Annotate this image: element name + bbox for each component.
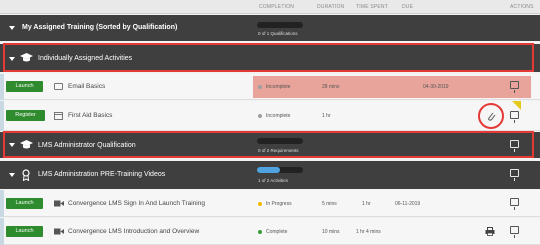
web-page-icon bbox=[54, 83, 63, 90]
row-stripe bbox=[0, 218, 4, 245]
duration-cell: 28 mins bbox=[322, 84, 340, 90]
row-stripe bbox=[0, 190, 4, 217]
red-highlight-box bbox=[3, 131, 534, 158]
calendar-icon bbox=[54, 112, 63, 120]
award-ribbon-icon bbox=[22, 169, 30, 181]
status-label: Incomplete bbox=[266, 84, 291, 90]
comment-flag-icon[interactable] bbox=[510, 111, 519, 123]
duration-cell: 5 mins bbox=[322, 201, 337, 207]
caret-down-icon[interactable] bbox=[9, 26, 15, 30]
due-cell: 04-30-2019 bbox=[423, 84, 449, 90]
activity-name[interactable]: Email Basics bbox=[68, 83, 105, 90]
status-cell: Incomplete bbox=[258, 84, 290, 90]
row-stripe bbox=[0, 101, 4, 131]
group-title: LMS Administration PRE-Training Videos bbox=[38, 171, 166, 178]
status-label: Incomplete bbox=[266, 113, 291, 119]
row-stripe bbox=[0, 74, 4, 100]
training-page: COMPLETION DURATION TIME SPENT DUE ACTIO… bbox=[0, 0, 540, 245]
status-cell: In Progress bbox=[258, 201, 292, 207]
new-item-corner-icon bbox=[512, 101, 521, 110]
status-dot-icon bbox=[258, 113, 262, 118]
status-cell: Incomplete bbox=[258, 113, 290, 119]
video-camera-icon bbox=[54, 200, 64, 207]
paperclip-icon[interactable] bbox=[486, 111, 496, 121]
column-time-spent: TIME SPENT bbox=[356, 4, 389, 10]
comment-flag-icon[interactable] bbox=[510, 169, 519, 181]
activity-name[interactable]: First Aid Basics bbox=[68, 112, 112, 119]
overdue-highlight bbox=[253, 76, 531, 98]
comment-flag-icon[interactable] bbox=[510, 226, 519, 238]
column-header: COMPLETION DURATION TIME SPENT DUE ACTIO… bbox=[0, 0, 540, 14]
comment-flag-icon[interactable] bbox=[510, 81, 519, 93]
status-cell: Complete bbox=[258, 229, 287, 235]
column-duration: DURATION bbox=[317, 4, 345, 10]
activities-progress-bar bbox=[257, 167, 303, 173]
status-dot-icon bbox=[258, 84, 262, 89]
column-due: DUE bbox=[402, 4, 414, 10]
status-dot-icon bbox=[258, 201, 262, 206]
comment-flag-icon[interactable] bbox=[510, 198, 519, 210]
table-row: Launch Email Basics Incomplete 28 mins 0… bbox=[0, 74, 540, 100]
activities-progress-text: 1 of 2 Activities bbox=[258, 178, 289, 183]
status-label: In Progress bbox=[266, 201, 292, 207]
printer-icon[interactable] bbox=[485, 227, 495, 236]
video-camera-icon bbox=[54, 228, 64, 235]
time-spent-cell: 1 hr bbox=[362, 201, 371, 207]
register-button[interactable]: Register bbox=[6, 110, 45, 121]
activity-name[interactable]: Convergence LMS Introduction and Overvie… bbox=[68, 228, 199, 235]
group-pre-training-videos[interactable]: LMS Administration PRE-Training Videos 1… bbox=[0, 161, 540, 189]
activity-name[interactable]: Convergence LMS Sign In And Launch Train… bbox=[68, 200, 205, 207]
table-row: Register First Aid Basics Incomplete 1 h… bbox=[0, 101, 540, 131]
column-actions: ACTIONS bbox=[510, 4, 534, 10]
column-completion: COMPLETION bbox=[259, 4, 295, 10]
section-title: My Assigned Training (Sorted by Qualific… bbox=[22, 24, 178, 31]
due-cell: 06-11-2019 bbox=[395, 201, 421, 207]
qualification-progress-text: 0 of 1 Qualifications bbox=[258, 31, 298, 36]
status-dot-icon bbox=[258, 229, 262, 234]
table-row: Launch Convergence LMS Sign In And Launc… bbox=[0, 190, 540, 217]
qualification-progress-bar bbox=[257, 22, 303, 28]
caret-down-icon[interactable] bbox=[9, 173, 15, 177]
launch-button[interactable]: Launch bbox=[6, 81, 43, 92]
duration-cell: 10 mins bbox=[322, 229, 340, 235]
section-my-assigned-training[interactable]: My Assigned Training (Sorted by Qualific… bbox=[0, 15, 540, 41]
activities-progress-fill bbox=[257, 167, 280, 173]
duration-cell: 1 hr bbox=[322, 113, 331, 119]
launch-button[interactable]: Launch bbox=[6, 198, 43, 209]
red-highlight-box bbox=[3, 43, 534, 72]
launch-button[interactable]: Launch bbox=[6, 226, 43, 237]
status-label: Complete bbox=[266, 229, 288, 235]
time-spent-cell: 1 hr 4 mins bbox=[356, 229, 381, 235]
table-row: Launch Convergence LMS Introduction and … bbox=[0, 218, 540, 245]
